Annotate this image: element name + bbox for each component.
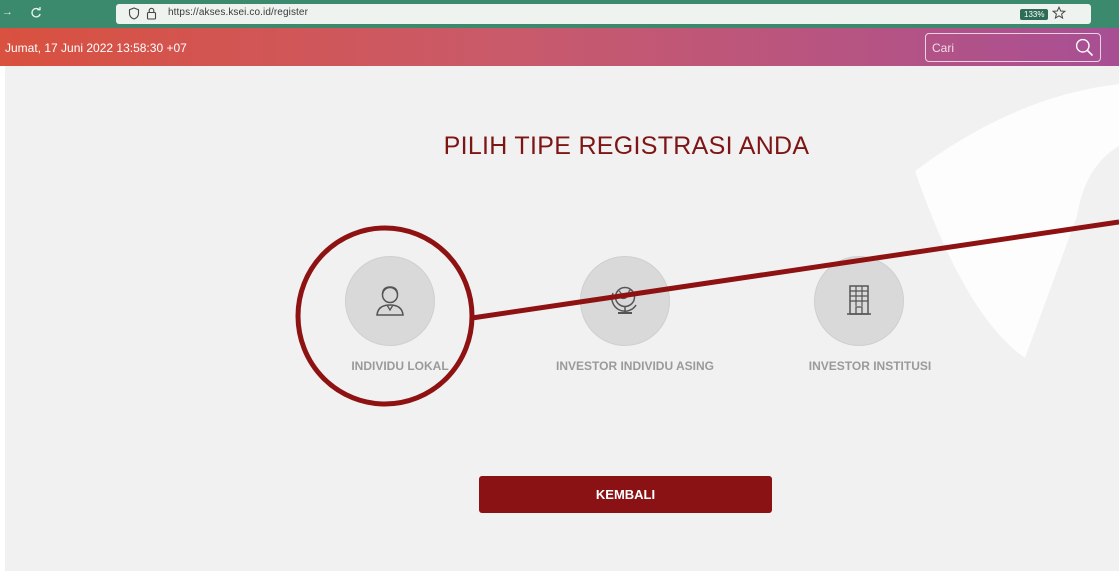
zoom-level-badge[interactable]: 133% xyxy=(1020,9,1049,20)
browser-toolbar: → https://akses.ksei.co.id/register 133% xyxy=(0,0,1119,28)
url-text[interactable]: https://akses.ksei.co.id/register xyxy=(168,7,308,18)
option-icon-circle[interactable] xyxy=(814,256,904,346)
option-investor-individu-asing[interactable]: INVESTOR INDIVIDU ASING xyxy=(525,254,745,384)
site-header: Jumat, 17 Juni 2022 13:58:30 +07 xyxy=(0,28,1119,66)
reload-icon[interactable] xyxy=(26,3,46,23)
bookmark-star-icon[interactable] xyxy=(1051,5,1067,25)
main-content: PILIH TIPE REGISTRASI ANDA INDIVIDU LOKA… xyxy=(5,66,1119,571)
search-input[interactable] xyxy=(926,34,1072,61)
page-title: PILIH TIPE REGISTRASI ANDA xyxy=(443,132,810,160)
option-label[interactable]: INVESTOR INDIVIDU ASING xyxy=(525,359,745,373)
back-arrow-icon[interactable]: → xyxy=(2,6,13,18)
option-icon-circle[interactable] xyxy=(345,256,435,346)
screenshot-frame: → https://akses.ksei.co.id/register 133% xyxy=(0,0,1119,571)
option-icon-circle[interactable] xyxy=(580,256,670,346)
option-investor-institusi[interactable]: INVESTOR INSTITUSI xyxy=(760,254,980,384)
building-icon xyxy=(847,285,871,315)
address-bar[interactable]: https://akses.ksei.co.id/register 133% xyxy=(116,4,1091,24)
option-individu-lokal[interactable]: INDIVIDU LOKAL xyxy=(290,254,510,384)
option-label[interactable]: INDIVIDU LOKAL xyxy=(290,359,510,373)
search-icon[interactable] xyxy=(1075,38,1094,62)
option-label[interactable]: INVESTOR INSTITUSI xyxy=(760,359,980,373)
search-box[interactable] xyxy=(925,33,1101,62)
lock-icon[interactable] xyxy=(146,7,157,25)
globe-icon xyxy=(611,286,637,314)
back-button[interactable]: KEMBALI xyxy=(479,476,772,513)
header-datetime: Jumat, 17 Juni 2022 13:58:30 +07 xyxy=(5,41,187,55)
shield-icon[interactable] xyxy=(128,7,140,25)
person-icon xyxy=(376,286,404,316)
